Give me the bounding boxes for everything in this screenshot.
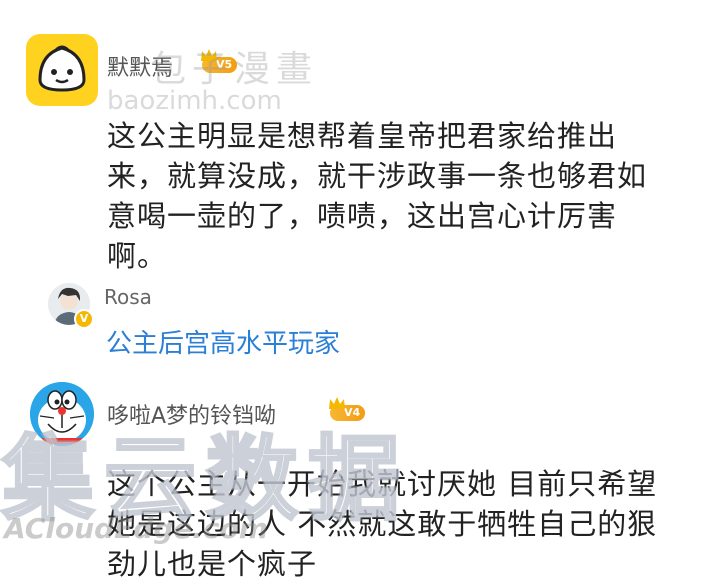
- comment-line: 这公主明显是想帮着皇帝把君家给推出: [107, 119, 618, 153]
- site-url-watermark: baozimh.com: [107, 86, 282, 116]
- user-avatar[interactable]: [26, 34, 98, 106]
- bun-face-icon: [38, 45, 86, 92]
- comment-text: 这公主明显是想帮着皇帝把君家给推出 来，就算没成，就干涉政事一条也够君如 意喝一…: [107, 116, 647, 276]
- verified-badge: V: [74, 309, 94, 329]
- site-watermark: 包子漫畫: [150, 49, 319, 90]
- comment-line: 劲儿也是个疯子: [107, 547, 318, 581]
- comment-line: 来，就算没成，就干涉政事一条也够君如: [107, 159, 648, 193]
- brand-url-watermark: ACloudEdge.com: [4, 512, 269, 545]
- reply-text[interactable]: 公主后宫高水平玩家: [106, 323, 340, 360]
- comment-line: 意喝一壶的了，啧啧，这出宫心计厉害: [107, 199, 618, 233]
- reply-username[interactable]: Rosa: [104, 285, 152, 309]
- comment-line: 啊。: [107, 239, 168, 273]
